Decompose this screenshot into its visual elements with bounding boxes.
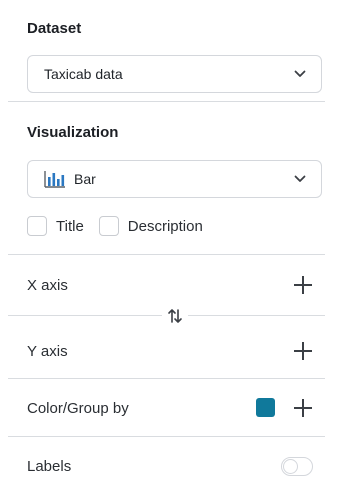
visualization-select-value: Bar: [74, 171, 96, 187]
visualization-select[interactable]: Bar: [27, 160, 322, 198]
dataset-select-value: Taxicab data: [44, 66, 123, 82]
title-checkbox[interactable]: [27, 216, 47, 236]
description-checkbox[interactable]: [98, 216, 119, 236]
chevron-down-icon: [293, 67, 307, 81]
swap-axes-icon[interactable]: [162, 304, 188, 328]
dataset-select[interactable]: Taxicab data: [27, 55, 322, 93]
color-swatch[interactable]: [256, 398, 275, 417]
chevron-down-icon: [293, 172, 307, 186]
divider: [8, 101, 325, 102]
labels-label: Labels: [27, 458, 72, 475]
x-axis-label: X axis: [27, 277, 68, 294]
visualization-options: Title Description: [27, 216, 203, 236]
description-checkbox-label: Description: [127, 217, 203, 235]
divider: [8, 378, 325, 379]
divider: [8, 436, 325, 437]
bar-chart-icon: [44, 170, 66, 188]
labels-toggle[interactable]: [281, 457, 313, 476]
add-color-group-plus-icon[interactable]: [293, 398, 313, 418]
add-x-axis-plus-icon[interactable]: [293, 275, 313, 295]
divider: [8, 254, 325, 255]
toggle-knob: [283, 459, 298, 474]
title-checkbox-label: Title: [56, 217, 84, 235]
visualization-heading: Visualization: [27, 124, 119, 141]
add-y-axis-plus-icon[interactable]: [293, 341, 313, 361]
color-group-label: Color/Group by: [27, 400, 129, 417]
y-axis-label: Y axis: [27, 343, 68, 360]
dataset-heading: Dataset: [27, 20, 82, 37]
